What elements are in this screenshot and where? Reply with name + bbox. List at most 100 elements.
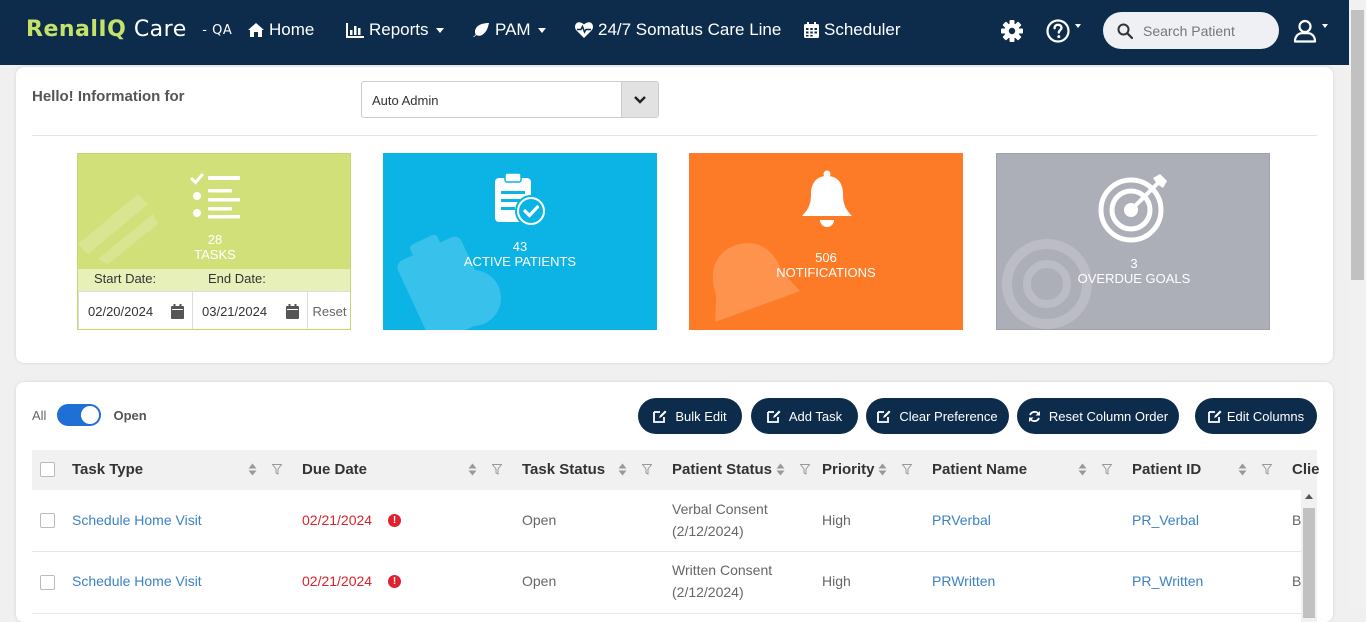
- patient-name-link[interactable]: PRWritten: [932, 573, 995, 589]
- settings-button[interactable]: [1001, 20, 1023, 42]
- end-date-value: 03/21/2024: [202, 303, 268, 319]
- bulk-edit-label: Bulk Edit: [675, 408, 727, 424]
- dropdown-toggle[interactable]: [621, 82, 658, 117]
- chevron-down-icon: [1322, 24, 1328, 28]
- filter-icon[interactable]: [800, 464, 810, 475]
- nav-care-line[interactable]: 24/7 Somatus Care Line: [575, 20, 781, 40]
- sort-icon[interactable]: [248, 463, 257, 476]
- filter-icon[interactable]: [902, 464, 912, 475]
- column-header-task-status[interactable]: Task Status: [522, 461, 605, 478]
- patient-status-date: (2/12/2024): [672, 584, 744, 600]
- column-header-due-date[interactable]: Due Date: [302, 461, 367, 478]
- search-input[interactable]: [1141, 21, 1275, 40]
- notifications-card[interactable]: 506 NOTIFICATIONS: [689, 153, 963, 330]
- user-menu[interactable]: [1293, 19, 1328, 43]
- end-date-label: End Date:: [208, 271, 266, 286]
- column-header-task-type[interactable]: Task Type: [72, 461, 143, 478]
- patient-name-link[interactable]: PRVerbal: [932, 512, 991, 528]
- chevron-down-icon: [537, 27, 546, 33]
- row-checkbox[interactable]: [40, 513, 55, 528]
- active-patients-card[interactable]: 43 ACTIVE PATIENTS: [383, 153, 657, 330]
- patient-status: Written Consent: [672, 562, 773, 578]
- toggle-open-label: Open: [113, 407, 147, 423]
- clear-preference-label: Clear Preference: [899, 408, 998, 424]
- table-scrollbar[interactable]: [1301, 490, 1317, 622]
- leaf-icon: [473, 23, 489, 37]
- edit-icon: [1207, 410, 1222, 423]
- sort-icon[interactable]: [1078, 463, 1087, 476]
- task-type-link[interactable]: Schedule Home Visit: [72, 512, 202, 528]
- nav-care-line-label: 24/7 Somatus Care Line: [598, 20, 782, 39]
- task-type-link[interactable]: Schedule Home Visit: [72, 573, 202, 589]
- tasks-card[interactable]: 28 TASKS Start Date: End Date: 02/20/202…: [77, 153, 351, 330]
- notifications-label: NOTIFICATIONS: [776, 265, 876, 280]
- app-logo[interactable]: RenalIQ Care - QA: [26, 17, 232, 42]
- table-header: Task Type Due Date Task Status Patient S…: [32, 450, 1320, 490]
- refresh-icon: [1028, 410, 1040, 422]
- page-scrollbar[interactable]: [1349, 0, 1366, 607]
- edit-icon: [653, 410, 667, 423]
- sort-icon[interactable]: [1238, 463, 1247, 476]
- add-task-button[interactable]: Add Task: [751, 398, 858, 434]
- ghost-bell: [712, 243, 800, 322]
- sort-icon[interactable]: [618, 463, 627, 476]
- column-header-client[interactable]: Clie: [1292, 461, 1320, 478]
- sort-icon[interactable]: [468, 463, 477, 476]
- filter-icon[interactable]: [272, 464, 282, 475]
- chevron-down-icon: [1075, 24, 1081, 28]
- user-select[interactable]: Auto Admin: [361, 81, 659, 118]
- open-toggle-switch[interactable]: [57, 404, 102, 426]
- sort-icon[interactable]: [878, 463, 887, 476]
- edit-columns-label: Edit Columns: [1226, 408, 1305, 424]
- reset-dates-button[interactable]: Reset: [307, 291, 350, 329]
- brand-suffix: Care: [133, 17, 187, 42]
- patient-status-date: (2/12/2024): [672, 523, 744, 539]
- nav-pam[interactable]: PAM: [473, 20, 546, 40]
- patient-search[interactable]: [1103, 12, 1279, 49]
- column-header-patient-name[interactable]: Patient Name: [932, 461, 1027, 478]
- chevron-down-icon: [435, 27, 444, 33]
- sort-icon[interactable]: [776, 463, 785, 476]
- filter-icon[interactable]: [492, 464, 502, 475]
- end-date-input[interactable]: 03/21/2024: [192, 291, 308, 329]
- filter-icon[interactable]: [642, 464, 652, 475]
- column-header-patient-id[interactable]: Patient ID: [1132, 461, 1201, 478]
- patient-id-link[interactable]: PR_Verbal: [1132, 512, 1199, 528]
- calendar-icon: [286, 304, 299, 319]
- start-date-input[interactable]: 02/20/2024: [78, 291, 193, 329]
- chevron-down-icon: [634, 95, 646, 104]
- bulk-edit-button[interactable]: Bulk Edit: [638, 398, 742, 434]
- page-scrollbar-thumb[interactable]: [1351, 10, 1364, 280]
- task-list-icon: [190, 173, 240, 219]
- greeting-label: Hello! Information for: [32, 88, 185, 105]
- overdue-goals-card[interactable]: 3 OVERDUE GOALS: [996, 153, 1270, 330]
- patients-label: ACTIVE PATIENTS: [463, 254, 577, 269]
- select-all-checkbox[interactable]: [40, 462, 55, 477]
- filter-icon[interactable]: [1262, 464, 1272, 475]
- client: B: [1292, 573, 1302, 589]
- clear-preference-button[interactable]: Clear Preference: [866, 398, 1009, 434]
- edit-icon: [877, 410, 891, 423]
- scrollbar-thumb[interactable]: [1303, 508, 1315, 618]
- toggle-all-label: All: [32, 407, 47, 423]
- filter-icon[interactable]: [1102, 464, 1112, 475]
- due-date: 02/21/2024: [302, 573, 373, 589]
- nav-home[interactable]: Home: [248, 20, 314, 40]
- nav-scheduler[interactable]: Scheduler: [804, 20, 901, 40]
- edit-columns-button[interactable]: Edit Columns: [1195, 398, 1317, 434]
- calendar-icon: [804, 22, 819, 38]
- row-checkbox[interactable]: [40, 575, 55, 590]
- overdue-alert-icon: !: [388, 575, 401, 588]
- table-row[interactable]: Schedule Home Visit 02/21/2024 ! Open Ve…: [32, 490, 1317, 552]
- nav-scheduler-label: Scheduler: [824, 20, 901, 39]
- reset-column-order-button[interactable]: Reset Column Order: [1017, 398, 1179, 434]
- column-header-priority[interactable]: Priority: [822, 461, 875, 478]
- patient-id-link[interactable]: PR_Written: [1132, 573, 1203, 589]
- column-header-patient-status[interactable]: Patient Status: [672, 461, 772, 478]
- scroll-up-arrow-icon[interactable]: [1305, 494, 1313, 499]
- table-row[interactable]: Schedule Home Visit 02/21/2024 ! Open Wr…: [32, 552, 1317, 614]
- open-filter-toggle[interactable]: All Open: [32, 404, 147, 426]
- patient-status: Verbal Consent: [672, 501, 768, 517]
- nav-reports[interactable]: Reports: [346, 20, 444, 40]
- help-menu[interactable]: [1046, 19, 1081, 43]
